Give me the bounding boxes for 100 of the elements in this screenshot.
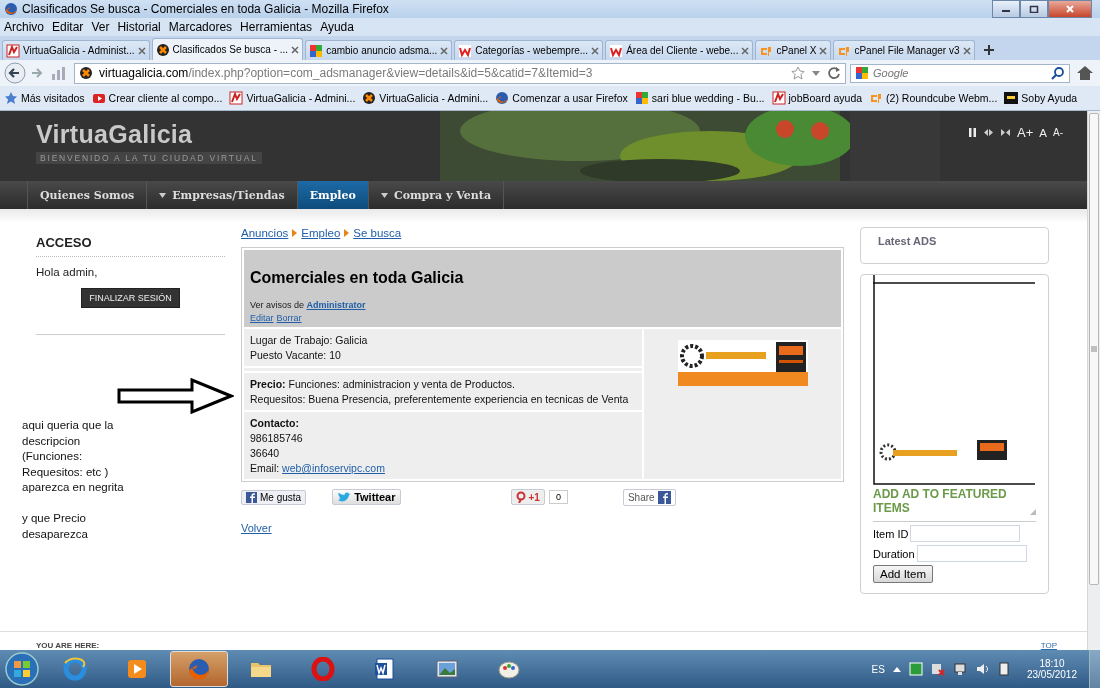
maximize-button[interactable] (1020, 0, 1048, 18)
top-link[interactable]: TOP (1040, 641, 1057, 650)
taskbar-button[interactable] (170, 651, 228, 687)
menu-item[interactable]: Editar (48, 20, 88, 34)
share-button[interactable]: Share (622, 488, 676, 506)
nav-link[interactable]: Empleo (296, 181, 368, 209)
close-icon[interactable] (137, 46, 146, 55)
font-size-link[interactable]: A+ (1017, 125, 1034, 140)
close-icon[interactable] (819, 46, 828, 55)
annotation-note: aqui queria que la descripcion (Funciones: Requesitos: etc ) aparezca en negrita (22, 418, 124, 495)
email-link[interactable]: web@infoservipc.com (282, 462, 385, 474)
browser-tab[interactable]: cambio anuncio adsma... (305, 40, 453, 60)
language-indicator[interactable]: ES (871, 663, 885, 675)
logo-icon (855, 66, 869, 80)
star-icon (4, 91, 18, 105)
site-tagline: BIENVENIDO A LA TU CIUDAD VIRTUAL (36, 152, 262, 164)
bookmark-link[interactable]: Más visitados (21, 92, 85, 104)
browser-tab[interactable]: cPanel File Manager v3 (833, 40, 975, 60)
grip-icon[interactable] (1091, 346, 1097, 352)
tweet-button[interactable]: Twittear (332, 489, 401, 505)
font-size-link[interactable]: A (1039, 126, 1047, 139)
caret-icon[interactable] (892, 666, 901, 672)
browser-tab[interactable]: Clasificados Se busca - ... (151, 38, 304, 60)
star-icon[interactable] (791, 66, 805, 80)
logo-icon (869, 91, 884, 105)
network-icon[interactable] (952, 662, 967, 676)
new-tab-icon[interactable] (982, 44, 995, 56)
bookmark-link[interactable]: Soby Ayuda (1021, 92, 1078, 104)
play-icon (125, 657, 149, 681)
input-field[interactable] (916, 545, 1027, 562)
clock[interactable]: 18:10 23/05/2012 (1026, 658, 1077, 680)
ring-icon (311, 657, 335, 681)
image-icon (435, 657, 459, 681)
address-bar[interactable]: virtuagalicia.com/index.php?option=com_adsmanager&view=details&id=5&catid=7&Itemid=3 (74, 62, 846, 84)
close-icon[interactable] (741, 46, 750, 55)
browser-tab[interactable]: Área del Cliente - webe... (605, 40, 754, 60)
flag-icon[interactable] (930, 662, 945, 676)
close-icon[interactable] (291, 45, 300, 54)
bookmark-link[interactable]: VirtuaGalicia - Admini... (379, 92, 489, 104)
logo-icon (362, 91, 377, 105)
breadcrumb-link[interactable]: Se busca (353, 227, 402, 239)
bookmark-link[interactable]: Comenzar a usar Firefox (512, 92, 628, 104)
action-link[interactable]: Editar (250, 313, 274, 323)
ad-title: Comerciales en toda Galicia (250, 269, 465, 287)
plus-one-button[interactable]: +1 (510, 489, 545, 505)
menu-item[interactable]: Historial (113, 20, 165, 34)
menu-item[interactable]: Herramientas (236, 20, 317, 34)
browser-tab[interactable]: Categorías - webempre... (454, 40, 604, 60)
input-field[interactable] (910, 525, 1021, 542)
panel-heading: Latest ADS (878, 235, 938, 247)
minimize-button[interactable] (992, 0, 1020, 18)
globe-icon (4, 2, 18, 16)
volume-icon[interactable] (974, 662, 989, 676)
arrow-icon (344, 229, 350, 237)
arrows-icon[interactable] (1000, 128, 1012, 137)
logout-button[interactable]: FINALIZAR SESIÓN (81, 288, 180, 308)
bookmark-link[interactable]: jobBoard ayuda (788, 92, 863, 104)
pause-icon[interactable] (968, 128, 978, 137)
add-item-button[interactable]: Add Item (873, 565, 934, 583)
arrows-icon[interactable] (983, 128, 995, 137)
facebook-icon (246, 491, 257, 503)
back-icon[interactable] (4, 62, 26, 84)
breadcrumb-link[interactable]: Empleo (301, 227, 341, 239)
field-label: Duration (873, 547, 915, 560)
site-logo[interactable]: VirtuaGalicia (36, 120, 193, 149)
breadcrumb-label: YOU ARE HERE: (36, 641, 100, 650)
action-link[interactable]: Borrar (276, 313, 302, 323)
font-size-link[interactable]: A- (1053, 127, 1063, 138)
back-link[interactable]: Volver (241, 522, 272, 534)
maximize-icon (1029, 5, 1039, 13)
bird-icon (337, 491, 352, 503)
menu-item[interactable]: Marcadores (164, 20, 237, 34)
menu-item[interactable]: Ayuda (316, 20, 358, 34)
device-icon[interactable] (996, 662, 1011, 676)
bookmark-link[interactable]: sari blue wedding - Bu... (651, 92, 765, 104)
breadcrumb-link[interactable]: Anuncios (241, 227, 289, 239)
close-icon[interactable] (591, 46, 600, 55)
bookmark-link[interactable]: (2) Roundcube Webm... (886, 92, 998, 104)
play-icon (91, 91, 106, 105)
scrollbar[interactable] (1087, 111, 1100, 650)
bookmark-link[interactable]: VirtuaGalicia - Admini... (246, 92, 356, 104)
window-title: Clasificados Se busca - Comerciales en toda Galicia - Mozilla Firefox (22, 2, 390, 16)
close-button[interactable] (1048, 0, 1092, 18)
menu-item[interactable]: Ver (87, 20, 114, 34)
menu-item[interactable]: Archivo (0, 20, 48, 34)
document-icon (373, 657, 397, 681)
search-field[interactable]: Google (850, 63, 1070, 83)
like-button[interactable]: Me gusta (241, 489, 307, 505)
browser-tab[interactable]: VirtuaGalicia - Administ... (2, 40, 150, 60)
bookmark-link[interactable]: Crear cliente al compo... (108, 92, 223, 104)
tray-icon[interactable] (908, 662, 923, 676)
search-icon[interactable] (1051, 66, 1065, 80)
close-icon[interactable] (440, 46, 449, 55)
browser-tab[interactable]: cPanel X (755, 40, 832, 60)
start-button[interactable] (2, 651, 42, 687)
close-icon[interactable] (962, 46, 971, 55)
close-icon (1065, 4, 1075, 14)
author-link[interactable]: Administrator (306, 300, 366, 310)
search-input[interactable]: Google (873, 67, 1047, 79)
reload-icon[interactable] (827, 66, 841, 80)
